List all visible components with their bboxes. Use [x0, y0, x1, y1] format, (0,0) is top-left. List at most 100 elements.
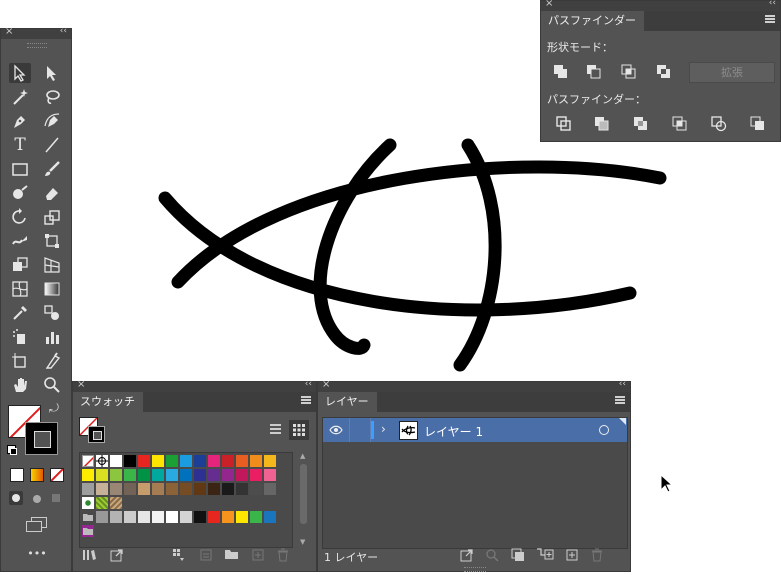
swatch-color[interactable]	[124, 455, 136, 467]
expand-button[interactable]: 拡張	[689, 62, 775, 83]
layer-row[interactable]: › レイヤー 1	[323, 418, 627, 442]
resize-grip[interactable]	[464, 567, 486, 572]
collect-for-export-icon[interactable]	[460, 548, 474, 562]
layer-name[interactable]: レイヤー 1	[424, 423, 483, 440]
perspective-grid-tool-icon[interactable]	[41, 255, 63, 275]
swatch-color[interactable]	[236, 511, 248, 523]
panel-menu-icon[interactable]	[301, 396, 311, 404]
blend-tool-icon[interactable]	[41, 303, 63, 323]
color-mode-button[interactable]	[10, 468, 24, 482]
type-tool-icon[interactable]: T	[9, 135, 31, 155]
line-segment-tool-icon[interactable]	[41, 135, 63, 155]
free-transform-tool-icon[interactable]	[41, 231, 63, 251]
swatch-color[interactable]	[236, 483, 248, 495]
warp-tool-icon[interactable]	[9, 231, 31, 251]
swatch-color[interactable]	[250, 455, 262, 467]
close-icon[interactable]: ×	[77, 379, 85, 390]
collapse-icon[interactable]: ‹‹	[619, 379, 626, 389]
layers-titlebar[interactable]: × ‹‹	[318, 379, 630, 392]
swatch-color[interactable]	[152, 511, 164, 523]
swatch-pattern-leaves[interactable]	[82, 497, 94, 509]
swatch-color[interactable]	[82, 469, 94, 481]
close-icon[interactable]: ×	[322, 379, 330, 390]
swatch-color[interactable]	[166, 455, 178, 467]
symbol-sprayer-tool-icon[interactable]	[9, 327, 31, 347]
new-color-group-icon[interactable]	[224, 548, 240, 562]
swatch-fill-stroke-preview[interactable]	[79, 417, 109, 447]
swatch-color[interactable]	[124, 483, 136, 495]
swatch-color[interactable]	[264, 455, 276, 467]
rotate-tool-icon[interactable]	[9, 207, 31, 227]
swatch-color[interactable]	[96, 469, 108, 481]
tools-panel-titlebar[interactable]: × ‹‹	[1, 26, 71, 39]
pen-tool-icon[interactable]	[9, 111, 31, 131]
lock-toggle-cell[interactable]	[349, 418, 371, 442]
lasso-tool-icon[interactable]	[41, 87, 63, 107]
swatch-color[interactable]	[208, 511, 220, 523]
gradient-tool-icon[interactable]	[41, 279, 63, 299]
swatch-color[interactable]	[208, 455, 220, 467]
swatch-kind-menu-icon[interactable]	[172, 548, 186, 562]
collapse-icon[interactable]: ‹‹	[60, 26, 67, 36]
swatch-color[interactable]	[138, 483, 150, 495]
swatch-color[interactable]	[138, 455, 150, 467]
swatch-color[interactable]	[96, 483, 108, 495]
swatch-libraries-icon[interactable]	[82, 549, 98, 563]
swatch-color[interactable]	[250, 511, 262, 523]
swatch-color[interactable]	[82, 483, 94, 495]
swatch-color[interactable]	[166, 469, 178, 481]
pathfinder-titlebar[interactable]: × ‹‹	[541, 0, 780, 11]
collapse-icon[interactable]: ‹‹	[769, 0, 776, 8]
swatch-color[interactable]	[264, 511, 276, 523]
slice-tool-icon[interactable]	[41, 351, 63, 371]
swatch-color[interactable]	[124, 469, 136, 481]
swatch-color[interactable]	[180, 511, 192, 523]
swatch-color[interactable]	[152, 469, 164, 481]
swatch-color[interactable]	[138, 511, 150, 523]
swatch-color[interactable]	[166, 483, 178, 495]
close-icon[interactable]: ×	[545, 0, 553, 9]
column-graph-tool-icon[interactable]	[41, 327, 63, 347]
exclude-icon[interactable]	[656, 64, 672, 80]
draw-behind-button[interactable]	[29, 491, 43, 505]
default-fill-stroke-icon[interactable]	[7, 445, 17, 455]
swatch-color[interactable]	[180, 469, 192, 481]
paintbrush-tool-icon[interactable]	[41, 159, 63, 179]
more-tools-button[interactable]: •••	[23, 547, 51, 560]
swatch-color[interactable]	[138, 469, 150, 481]
artboard-tool-icon[interactable]	[9, 351, 31, 371]
swatch-color[interactable]	[194, 455, 206, 467]
color-group-folder-icon[interactable]	[82, 511, 94, 523]
list-view-button[interactable]	[266, 420, 284, 438]
swatch-color[interactable]	[250, 483, 262, 495]
swatch-color[interactable]	[124, 511, 136, 523]
swatch-color[interactable]	[152, 483, 164, 495]
tab-layers[interactable]: レイヤー	[318, 392, 377, 412]
swatch-color[interactable]	[222, 483, 234, 495]
tab-swatches[interactable]: スウォッチ	[73, 392, 143, 412]
minus-front-icon[interactable]	[586, 64, 602, 80]
minus-back-icon[interactable]	[750, 116, 766, 132]
swatch-color[interactable]	[96, 511, 108, 523]
new-sublayer-icon[interactable]	[536, 547, 554, 561]
selection-tool-icon[interactable]	[9, 63, 31, 83]
swatch-color[interactable]	[110, 483, 122, 495]
swatch-color[interactable]	[222, 511, 234, 523]
swatch-color[interactable]	[180, 483, 192, 495]
merge-icon[interactable]	[633, 116, 649, 132]
zoom-tool-icon[interactable]	[41, 375, 63, 395]
close-icon[interactable]: ×	[5, 26, 13, 37]
outline-icon[interactable]	[711, 116, 727, 132]
rectangle-tool-icon[interactable]	[9, 159, 31, 179]
swatch-color[interactable]	[250, 469, 262, 481]
scale-tool-icon[interactable]	[41, 207, 63, 227]
magic-wand-tool-icon[interactable]	[9, 87, 31, 107]
make-clipping-mask-icon[interactable]	[511, 548, 525, 562]
draw-normal-button[interactable]	[9, 491, 23, 505]
swatch-color[interactable]	[152, 455, 164, 467]
intersect-icon[interactable]	[621, 64, 637, 80]
swatch-color[interactable]	[194, 511, 206, 523]
swatch-color[interactable]	[236, 469, 248, 481]
swap-fill-stroke-icon[interactable]: ⤾	[49, 401, 59, 416]
swatch-color[interactable]	[208, 483, 220, 495]
